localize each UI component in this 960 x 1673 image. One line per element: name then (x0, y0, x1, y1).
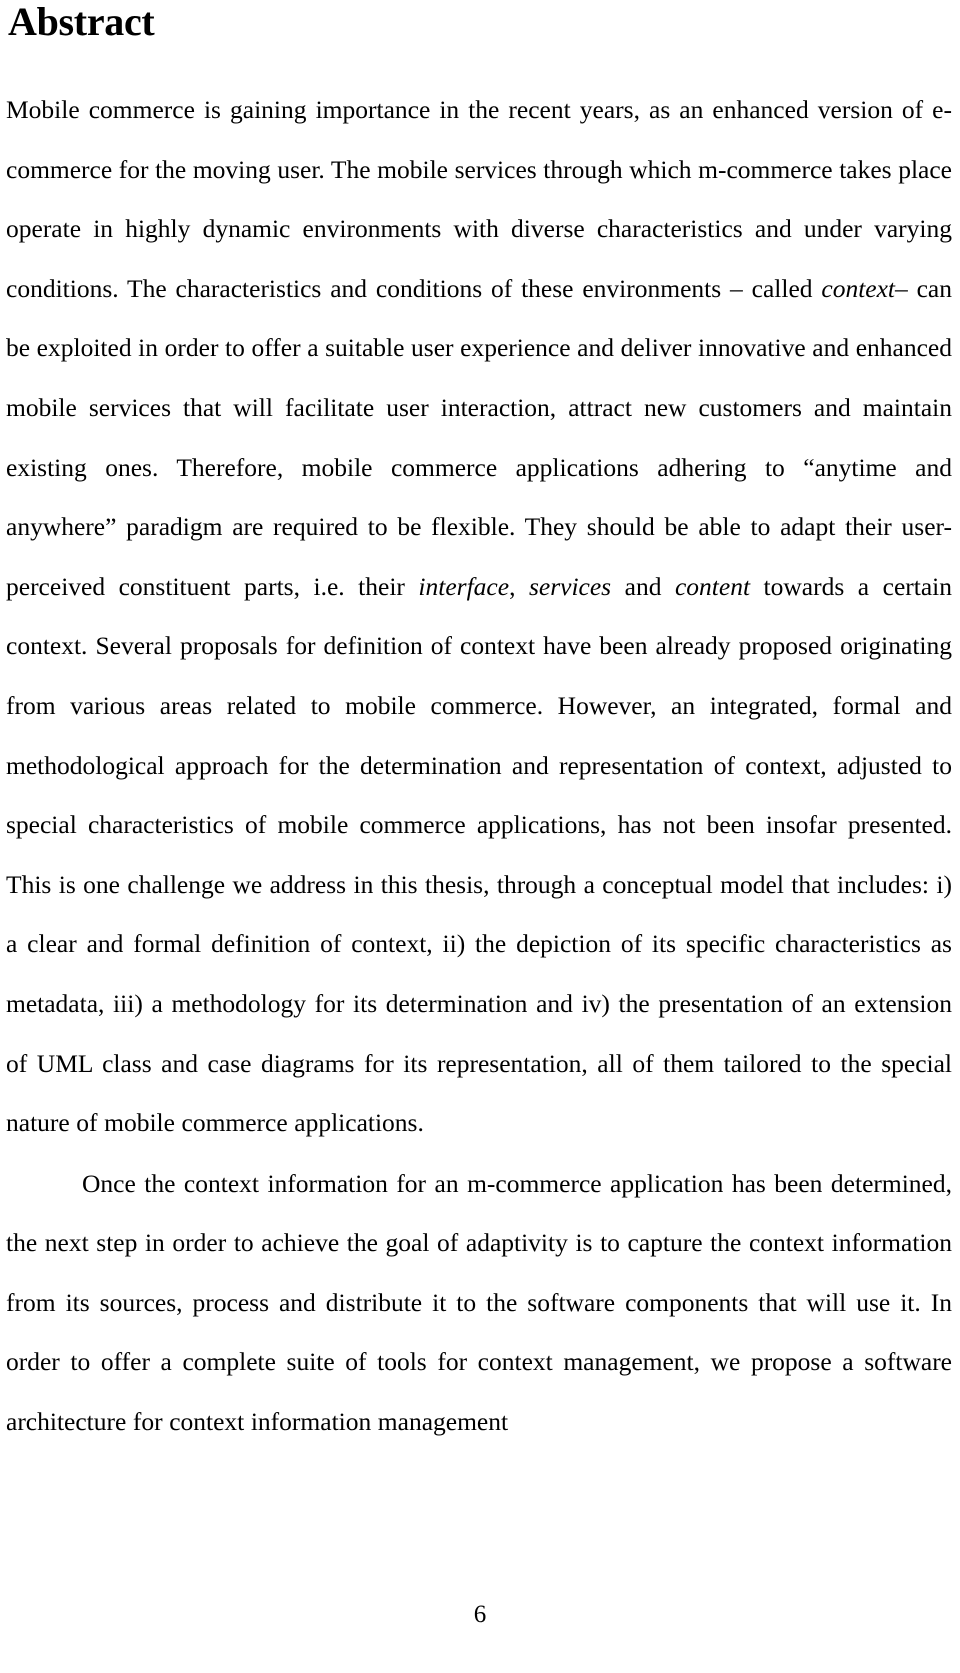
body-text-run: Once the context information for an m-co… (6, 1168, 952, 1437)
emphasised-term: content (674, 571, 751, 601)
page-title: Abstract (8, 0, 155, 44)
body-text-run: and (611, 571, 675, 601)
body-text-run: towards a certain context. Several propo… (6, 571, 953, 1138)
emphasised-term: interface (418, 571, 510, 601)
emphasised-term: services (528, 571, 612, 601)
body-text-run: – can be exploited in order to offer a s… (6, 273, 952, 601)
paragraph-2: Once the context information for an m-co… (6, 1154, 952, 1452)
abstract-body: Mobile commerce is gaining importance in… (6, 80, 952, 1452)
emphasised-term: context (821, 273, 895, 303)
body-text-run: , (509, 571, 529, 601)
body-text-run: Mobile commerce is gaining importance in… (6, 95, 952, 303)
paragraph-1: Mobile commerce is gaining importance in… (6, 80, 952, 1153)
document-page: Abstract Mobile commerce is gaining impo… (0, 0, 960, 1673)
page-number: 6 (473, 1601, 487, 1628)
